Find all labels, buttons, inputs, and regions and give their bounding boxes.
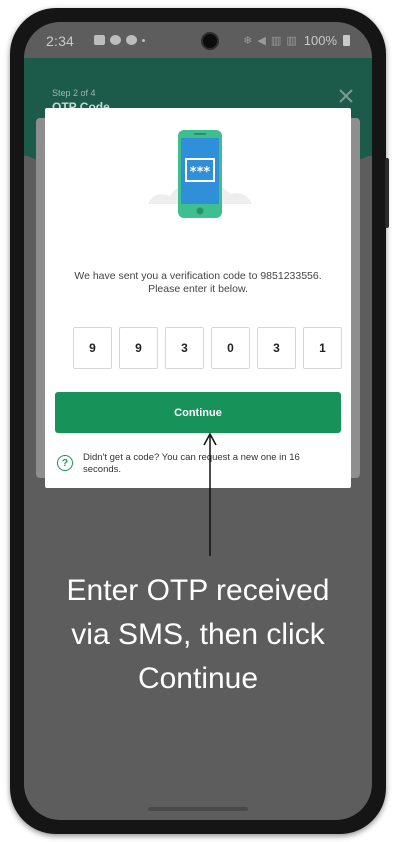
otp-digit-4[interactable]: 0 (211, 327, 250, 369)
system-icons: ❄ ◀ ▥ ▥ (243, 35, 298, 47)
status-bar: 2:34 ❄ ◀ ▥ ▥ 100% (24, 22, 372, 58)
battery-percent: 100% (303, 33, 337, 48)
message-icon (110, 35, 121, 45)
app-icon (126, 35, 137, 45)
camera-cutout (201, 32, 219, 50)
otp-digit-1[interactable]: 9 (73, 327, 112, 369)
phone-illustration-icon: *** (148, 130, 252, 218)
notification-icons (94, 35, 145, 45)
annotation-line-3: Continue (137, 662, 259, 695)
message-line-2: Please enter it below. (148, 283, 248, 295)
annotation-line-1: Enter OTP received (66, 574, 330, 607)
battery-icon (343, 35, 350, 46)
status-time: 2:34 (46, 33, 75, 49)
otp-digit-5[interactable]: 3 (257, 327, 296, 369)
verification-message: We have sent you a verification code to … (55, 270, 341, 296)
instruction-annotation: Enter OTP received via SMS, then click C… (38, 569, 358, 701)
phone-screen: 2:34 ❄ ◀ ▥ ▥ 100% Step 2 of 4 OTP Code *… (24, 22, 372, 820)
side-button (385, 158, 389, 228)
annotation-line-2: via SMS, then click (71, 618, 325, 651)
gallery-icon (94, 35, 105, 45)
resend-code-text: Didn't get a code? You can request a new… (83, 452, 300, 475)
step-label: Step 2 of 4 (52, 88, 96, 98)
password-glyph: *** (190, 165, 211, 180)
close-icon[interactable] (338, 88, 354, 104)
phone-frame: 2:34 ❄ ◀ ▥ ▥ 100% Step 2 of 4 OTP Code *… (10, 8, 389, 834)
status-right: ❄ ◀ ▥ ▥ 100% (243, 33, 350, 48)
otp-digit-2[interactable]: 9 (119, 327, 158, 369)
otp-digit-3[interactable]: 3 (165, 327, 204, 369)
otp-modal: *** We have sent you a verification code… (45, 108, 351, 488)
otp-input-row: 9 9 3 0 3 1 (73, 327, 342, 369)
otp-digit-6[interactable]: 1 (303, 327, 342, 369)
help-icon: ? (57, 455, 73, 471)
message-line-1: We have sent you a verification code to … (74, 270, 322, 282)
continue-button[interactable]: Continue (55, 392, 341, 433)
more-dot-icon (142, 39, 145, 42)
home-indicator (148, 807, 248, 811)
